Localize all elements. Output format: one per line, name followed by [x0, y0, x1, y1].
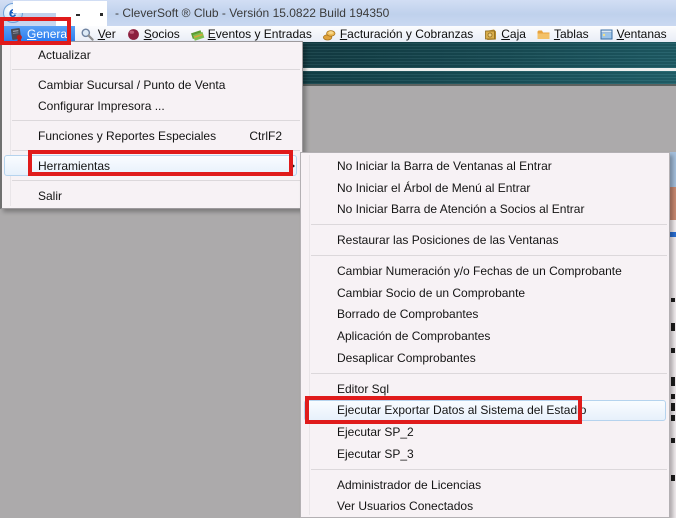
magnifier-icon — [80, 27, 95, 42]
general-dropdown-menu: Actualizar Cambiar Sucursal / Punto de V… — [0, 41, 303, 209]
menu-item-actualizar[interactable]: Actualizar — [2, 44, 302, 65]
menubar-item-label: Ver — [98, 27, 116, 41]
menu-separator — [311, 373, 667, 374]
background-artifact — [671, 323, 675, 331]
application-window: e - CleverSoft ® Club - Versión 15.0822 … — [0, 0, 676, 518]
menubar-item-label: Eventos y Entradas — [208, 27, 312, 41]
submenu-item-administrador-licencias[interactable]: Administrador de Licencias — [301, 474, 669, 496]
menu-separator — [311, 224, 667, 225]
submenu-item-ver-usuarios-conectados[interactable]: Ver Usuarios Conectados — [301, 496, 669, 518]
submenu-item-no-iniciar-barra-atencion[interactable]: No Iniciar Barra de Atención a Socios al… — [301, 199, 669, 221]
herramientas-submenu: No Iniciar la Barra de Ventanas al Entra… — [300, 152, 670, 518]
coins-icon — [322, 27, 337, 42]
annotation-box-herramientas — [28, 150, 293, 176]
background-artifact — [100, 13, 103, 16]
menubar-item-label: Tablas — [554, 27, 589, 41]
window-title: - CleverSoft ® Club - Versión 15.0822 Bu… — [115, 6, 389, 20]
redacted-title-patch — [13, 1, 107, 13]
submenu-item-ejecutar-sp-3[interactable]: Ejecutar SP_3 — [301, 443, 669, 465]
menubar-item-label: Ventanas — [617, 27, 667, 41]
menubar-item-caja[interactable]: Caja — [478, 26, 531, 42]
menubar-item-label: Socios — [144, 27, 180, 41]
background-artifact — [671, 475, 675, 481]
submenu-item-no-iniciar-barra-ventanas[interactable]: No Iniciar la Barra de Ventanas al Entra… — [301, 155, 669, 177]
menubar-item-ver[interactable]: Ver — [75, 26, 121, 42]
annotation-box-general — [0, 17, 71, 45]
shortcut-label: CtrlF2 — [249, 129, 294, 143]
window-icon — [599, 27, 614, 42]
menu-separator — [12, 180, 300, 181]
background-artifact — [671, 394, 675, 399]
annotation-box-ejecutar-exportar — [305, 396, 582, 424]
tickets-icon — [190, 27, 205, 42]
titlebar: e - CleverSoft ® Club - Versión 15.0822 … — [0, 0, 676, 26]
submenu-item-desaplicar-comprobantes[interactable]: Desaplicar Comprobantes — [301, 347, 669, 369]
menubar-item-ayuda[interactable]: Ayuda — [672, 26, 676, 42]
background-artifact — [671, 403, 675, 411]
menu-separator — [12, 69, 300, 70]
background-artifact — [671, 298, 675, 302]
background-artifact — [670, 232, 676, 237]
submenu-item-borrado-comprobantes[interactable]: Borrado de Comprobantes — [301, 304, 669, 326]
background-artifact — [671, 348, 675, 353]
menubar-item-socios[interactable]: Socios — [121, 26, 185, 42]
submenu-item-aplicacion-comprobantes[interactable]: Aplicación de Comprobantes — [301, 325, 669, 347]
menubar-item-facturacion[interactable]: Facturación y Cobranzas — [317, 26, 478, 42]
menubar-item-tablas[interactable]: Tablas — [531, 26, 594, 42]
menu-item-salir[interactable]: Salir — [2, 185, 302, 206]
menu-item-cambiar-sucursal[interactable]: Cambiar Sucursal / Punto de Venta — [2, 74, 302, 95]
menubar-item-eventos[interactable]: Eventos y Entradas — [185, 26, 317, 42]
background-artifact — [670, 187, 676, 220]
submenu-item-restaurar-posiciones[interactable]: Restaurar las Posiciones de las Ventanas — [301, 229, 669, 251]
menu-item-configurar-impresora[interactable]: Configurar Impresora ... — [2, 95, 302, 116]
background-artifact — [671, 438, 675, 443]
submenu-item-no-iniciar-arbol-menu[interactable]: No Iniciar el Árbol de Menú al Entrar — [301, 177, 669, 199]
menubar-item-label: Facturación y Cobranzas — [340, 27, 473, 41]
menu-separator — [12, 120, 300, 121]
background-artifact — [671, 377, 675, 386]
background-artifact — [671, 415, 675, 421]
submenu-item-cambiar-numeracion-fechas[interactable]: Cambiar Numeración y/o Fechas de un Comp… — [301, 260, 669, 282]
background-artifact — [670, 152, 676, 187]
menubar-item-ventanas[interactable]: Ventanas — [594, 26, 672, 42]
menubar-item-label: Caja — [501, 27, 526, 41]
member-sphere-icon — [126, 27, 141, 42]
safe-icon — [483, 27, 498, 42]
menu-separator — [311, 255, 667, 256]
background-artifact — [670, 220, 676, 518]
submenu-item-ejecutar-sp-2[interactable]: Ejecutar SP_2 — [301, 421, 669, 443]
menu-separator — [311, 469, 667, 470]
folder-icon — [536, 27, 551, 42]
background-artifact — [76, 14, 80, 16]
submenu-item-cambiar-socio-comprobante[interactable]: Cambiar Socio de un Comprobante — [301, 282, 669, 304]
menu-item-funciones-reportes[interactable]: Funciones y Reportes Especiales CtrlF2 — [2, 125, 302, 146]
